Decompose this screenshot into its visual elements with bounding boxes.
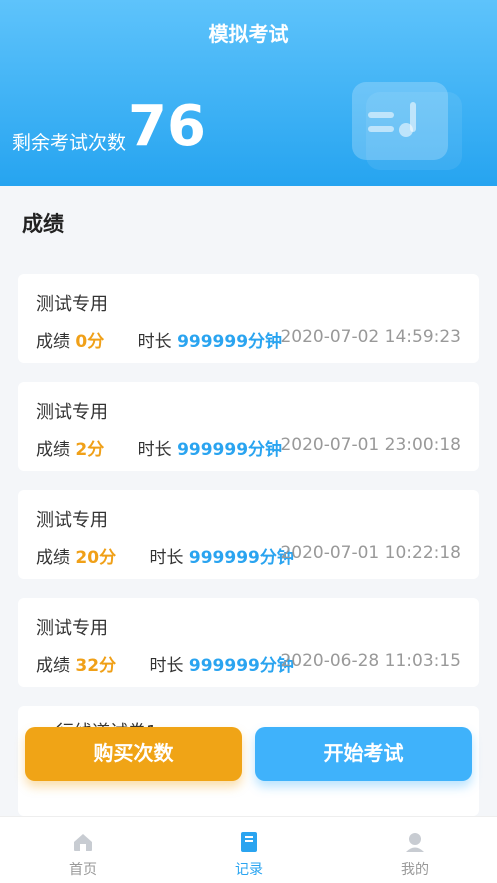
record-name: 测试专用 (36, 402, 108, 423)
record-card[interactable]: 测试专用 成绩 20分 时长 999999分钟 2020-07-01 10:22… (18, 490, 479, 579)
tab-records[interactable]: 记录 (166, 817, 332, 883)
record-time: 2020-07-01 23:00:18 (280, 435, 461, 455)
score-value: 2分 (75, 440, 105, 460)
duration-label: 时长 (137, 440, 172, 460)
tab-label: 我的 (401, 862, 429, 878)
record-card[interactable]: 测试专用 成绩 32分 时长 999999分钟 2020-06-28 11:03… (18, 598, 479, 687)
record-stats: 成绩 32分 时长 999999分钟 (36, 651, 294, 676)
remaining-count: 76 (128, 94, 206, 159)
duration-label: 时长 (149, 656, 184, 676)
page-title: 模拟考试 (208, 22, 289, 46)
record-time: 2020-07-01 10:22:18 (280, 543, 461, 563)
score-label: 成绩 (36, 656, 70, 676)
bottom-tab-bar: 首页 记录 我的 (0, 816, 497, 883)
score-label: 成绩 (36, 548, 70, 568)
tab-home[interactable]: 首页 (0, 817, 166, 883)
record-card[interactable]: 测试专用 成绩 0分 时长 999999分钟 2020-07-02 14:59:… (18, 274, 479, 363)
record-time: 2020-07-02 14:59:23 (280, 327, 461, 347)
section-title: 成绩 (22, 212, 64, 236)
tab-label: 记录 (235, 862, 263, 878)
header: 模拟考试 剩余考试次数 76 (0, 0, 497, 186)
duration-value: 999999分钟 (188, 548, 294, 568)
tab-label: 首页 (69, 862, 97, 878)
score-label: 成绩 (36, 440, 70, 460)
exam-illustration-icon (352, 82, 448, 160)
record-name: 测试专用 (36, 510, 108, 531)
record-stats: 成绩 2分 时长 999999分钟 (36, 435, 282, 460)
score-value: 32分 (75, 656, 117, 676)
record-name: 测试专用 (36, 294, 108, 315)
record-name: 测试专用 (36, 618, 108, 639)
record-card[interactable]: 测试专用 成绩 2分 时长 999999分钟 2020-07-01 23:00:… (18, 382, 479, 471)
home-icon (74, 834, 92, 851)
start-exam-button[interactable]: 开始考试 (255, 727, 472, 781)
tab-mine[interactable]: 我的 (332, 817, 497, 883)
buy-attempts-button[interactable]: 购买次数 (25, 727, 242, 781)
record-time: 2020-06-28 11:03:15 (280, 651, 461, 671)
record-stats: 成绩 0分 时长 999999分钟 (36, 327, 282, 352)
score-label: 成绩 (36, 332, 70, 352)
remaining-count-label: 剩余考试次数 (12, 132, 127, 154)
score-value: 20分 (75, 548, 117, 568)
record-icon (241, 832, 257, 852)
record-stats: 成绩 20分 时长 999999分钟 (36, 543, 294, 568)
score-value: 0分 (75, 332, 105, 352)
duration-label: 时长 (137, 332, 172, 352)
duration-value: 999999分钟 (177, 440, 283, 460)
duration-label: 时长 (149, 548, 184, 568)
user-icon (406, 833, 424, 852)
duration-value: 999999分钟 (177, 332, 283, 352)
duration-value: 999999分钟 (188, 656, 294, 676)
